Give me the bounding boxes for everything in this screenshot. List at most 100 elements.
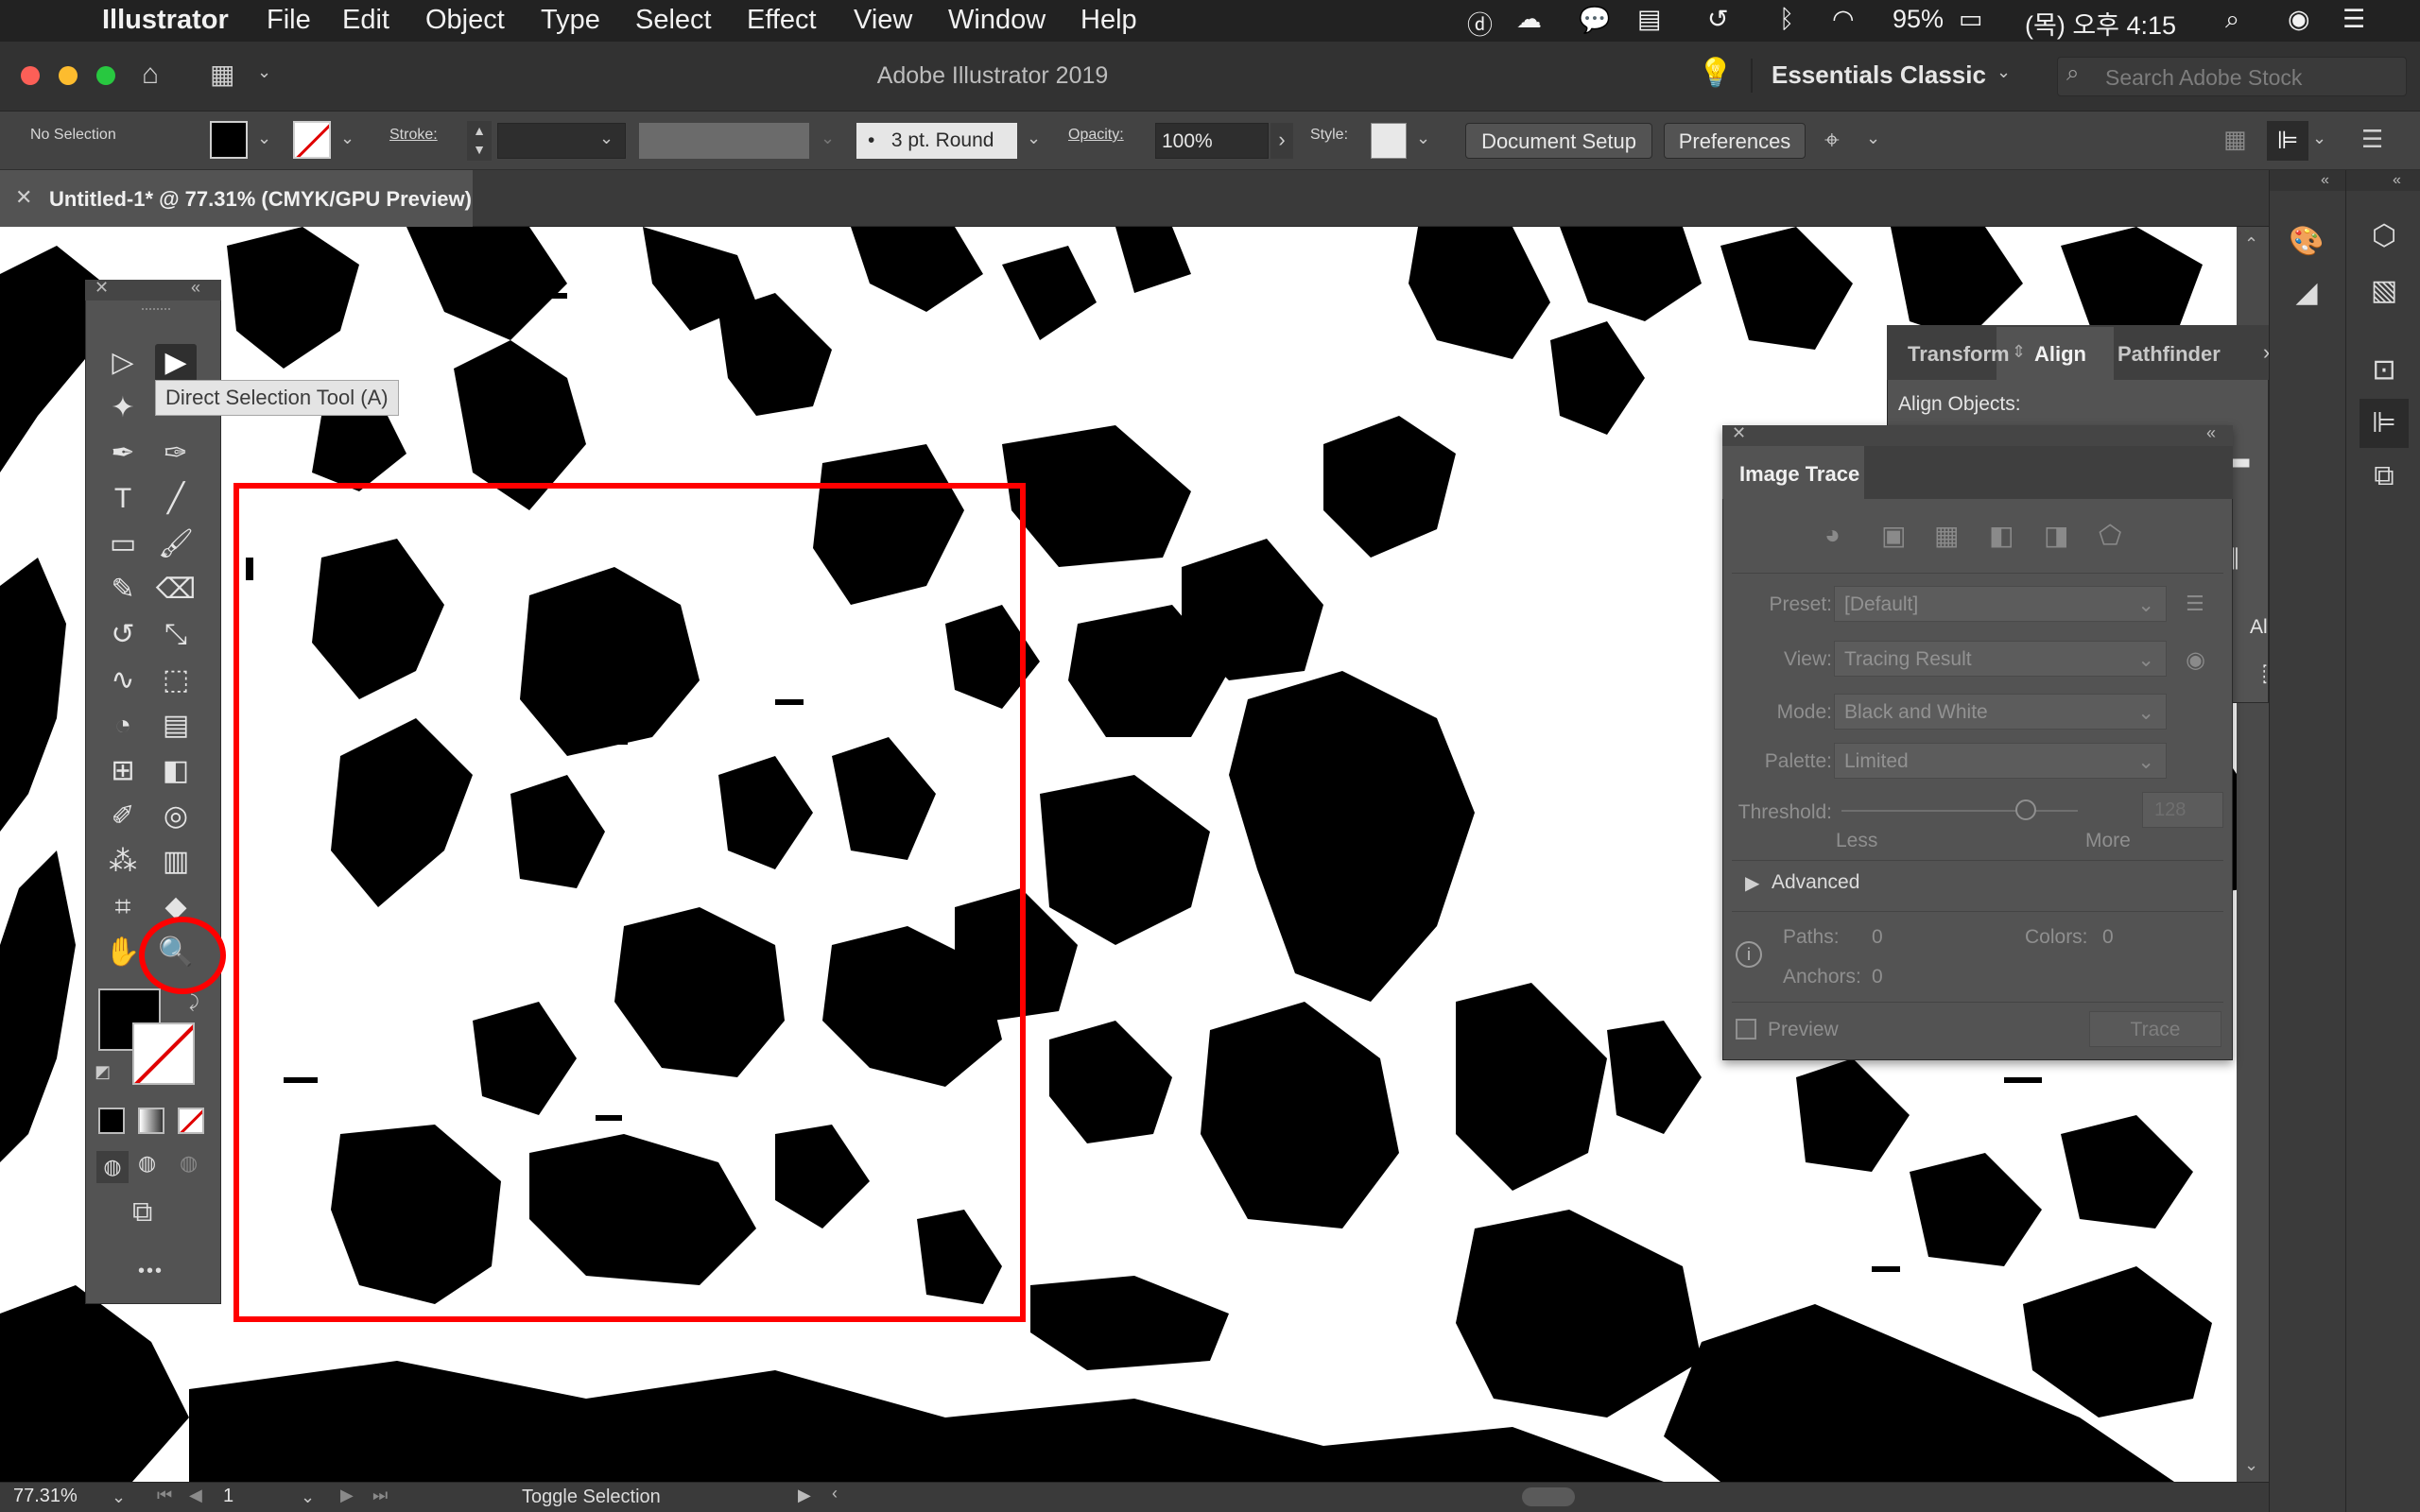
chevron-right-icon[interactable]: › [1270, 123, 1293, 159]
close-tab-icon[interactable]: ✕ [15, 185, 32, 210]
battery-icon[interactable]: ▭ [1959, 5, 1983, 34]
notification-app-icon[interactable]: 💬 [1579, 5, 1611, 35]
image-trace-header[interactable]: ✕ « [1722, 423, 2233, 446]
opacity-label[interactable]: Opacity: [1068, 127, 1124, 144]
panel-menu-icon[interactable]: ☰ [2361, 125, 2383, 154]
chevron-down-icon[interactable]: ⌄ [1416, 129, 1430, 148]
default-fill-stroke-icon[interactable]: ◩ [95, 1062, 111, 1082]
tab-align[interactable]: Align [2034, 342, 2086, 367]
menu-edit[interactable]: Edit [342, 5, 389, 36]
chevron-down-icon[interactable]: ⌄ [301, 1487, 315, 1507]
mode-select[interactable]: Black and White ⌄ [1834, 694, 2167, 730]
zoom-level-field[interactable]: 77.31% [13, 1486, 102, 1508]
stroke-weight-stepper[interactable]: ▲ ▼ [467, 121, 492, 161]
advanced-toggle[interactable]: Advanced [1772, 871, 1859, 894]
spotlight-search-icon[interactable]: ⌕ [2225, 5, 2239, 35]
chevron-down-icon[interactable]: ⌄ [340, 129, 354, 148]
scroll-down-icon[interactable]: ⌄ [2244, 1455, 2258, 1475]
fill-color-swatch[interactable] [210, 121, 248, 159]
color-mode-icon[interactable] [98, 1108, 125, 1134]
tab-image-trace[interactable]: Image Trace [1722, 446, 1864, 499]
edit-toolbar-button[interactable]: ••• [138, 1261, 164, 1282]
draw-normal-icon[interactable]: ◍ [96, 1151, 129, 1183]
magic-wand-tool-icon[interactable]: ✦ [102, 389, 144, 427]
rotate-tool-icon[interactable]: ↺ [102, 616, 144, 654]
blend-tool-icon[interactable]: ◎ [155, 798, 197, 835]
color-guide-icon[interactable]: 🎨 [2288, 223, 2325, 261]
gradient-tool-icon[interactable]: ◧ [155, 752, 197, 790]
close-panel-icon[interactable]: ✕ [1732, 423, 1746, 443]
pathfinder-panel-icon[interactable]: ⧉ [2365, 457, 2403, 495]
direct-selection-tool-icon[interactable]: ▶ [155, 344, 197, 382]
lightbulb-icon[interactable]: 💡 [1698, 57, 1733, 90]
trace-button[interactable]: Trace [2089, 1011, 2221, 1047]
tab-pathfinder[interactable]: Pathfinder [2118, 342, 2221, 367]
gradient-mode-icon[interactable] [138, 1108, 164, 1134]
warp-tool-icon[interactable]: ∿ [102, 662, 144, 699]
menu-view[interactable]: View [854, 5, 912, 36]
menu-help[interactable]: Help [1080, 5, 1137, 36]
draw-behind-icon[interactable]: ◍ [138, 1151, 156, 1176]
hand-tool-icon[interactable]: ✋ [102, 934, 144, 971]
gradient-panel-icon[interactable]: ◢ [2288, 274, 2325, 312]
preferences-button[interactable]: Preferences [1664, 123, 1806, 159]
previous-artboard-icon[interactable]: ◀ [189, 1486, 202, 1505]
none-mode-icon[interactable] [178, 1108, 204, 1134]
collapse-panel-icon[interactable]: « [2206, 423, 2216, 443]
grayscale-preset-icon[interactable]: ◧ [1989, 520, 2014, 551]
menu-object[interactable]: Object [425, 5, 505, 36]
tools-panel-header[interactable]: ✕ « [85, 278, 221, 301]
chevron-down-icon[interactable]: ⌄ [2312, 129, 2326, 148]
menu-select[interactable]: Select [635, 5, 712, 36]
libraries-icon[interactable]: ⬡ [2365, 217, 2403, 255]
panel-grip[interactable] [142, 308, 170, 314]
menu-effect[interactable]: Effect [747, 5, 817, 36]
scale-tool-icon[interactable]: ⤡ [155, 616, 197, 654]
close-panel-icon[interactable]: ✕ [95, 278, 109, 298]
bluetooth-icon[interactable]: ᛒ [1779, 5, 1794, 34]
first-artboard-icon[interactable]: ⏮ [157, 1486, 172, 1505]
preset-menu-icon[interactable]: ☰ [2186, 592, 2204, 616]
align-panel-toggle-icon[interactable]: ⊫ [2267, 121, 2308, 161]
threshold-field[interactable]: 128 [2142, 792, 2223, 828]
preset-select[interactable]: [Default] ⌄ [1834, 586, 2167, 622]
advanced-disclosure-icon[interactable]: ▶ [1745, 871, 1759, 895]
align-panel-icon[interactable]: ⊫ [2360, 399, 2409, 448]
transform-panel-icon[interactable]: ⊡ [2365, 352, 2403, 389]
chevron-down-icon[interactable]: ⌄ [257, 129, 271, 148]
graphic-style-swatch[interactable] [1371, 123, 1407, 159]
column-graph-tool-icon[interactable]: ▥ [155, 843, 197, 881]
pen-tool-icon[interactable]: ✒ [102, 435, 144, 472]
threshold-slider-track[interactable] [1841, 810, 2078, 812]
next-artboard-icon[interactable]: ▶ [340, 1486, 354, 1505]
select-similar-objects-icon[interactable]: ⌖ [1824, 125, 1840, 156]
threshold-slider-thumb[interactable] [2015, 799, 2036, 820]
workspace-switcher[interactable]: Essentials Classic [1772, 60, 1986, 90]
last-artboard-icon[interactable]: ⏭ [372, 1486, 388, 1505]
perspective-grid-tool-icon[interactable]: ▤ [155, 707, 197, 745]
menu-file[interactable]: File [267, 5, 311, 36]
artboard-tool-icon[interactable]: ⌗ [102, 888, 144, 926]
collapse-panel-icon[interactable]: « [2393, 172, 2401, 189]
low-color-preset-icon[interactable]: ▦ [1934, 520, 1959, 551]
eye-icon[interactable]: ◉ [2186, 646, 2205, 674]
mesh-tool-icon[interactable]: ⊞ [102, 752, 144, 790]
auto-color-preset-icon[interactable]: ◕ [1824, 520, 1841, 550]
creative-cloud-icon[interactable]: ☁ [1516, 5, 1542, 34]
shaper-tool-icon[interactable]: ✎ [102, 571, 144, 609]
chevron-down-icon[interactable]: ⌄ [112, 1487, 126, 1507]
menu-window[interactable]: Window [948, 5, 1046, 36]
notification-center-icon[interactable]: ☰ [2342, 5, 2365, 34]
battery-percent[interactable]: 95% [1893, 5, 1944, 34]
menu-app-name[interactable]: Illustrator [102, 5, 229, 36]
menu-type[interactable]: Type [541, 5, 600, 36]
wifi-icon[interactable]: ◠ [1832, 5, 1855, 34]
horizontal-scroll-thumb[interactable] [1522, 1487, 1575, 1506]
shape-builder-tool-icon[interactable]: ◔ [102, 707, 144, 745]
eraser-tool-icon[interactable]: ⌫ [155, 571, 197, 609]
chevron-down-icon[interactable]: ⌄ [1027, 129, 1041, 148]
palette-select[interactable]: Limited ⌄ [1834, 743, 2167, 779]
chevron-down-icon[interactable]: ⌄ [1996, 62, 2011, 82]
brush-definition-field[interactable]: • 3 pt. Round [856, 123, 1017, 159]
chevron-down-icon[interactable]: ⌄ [599, 129, 614, 148]
